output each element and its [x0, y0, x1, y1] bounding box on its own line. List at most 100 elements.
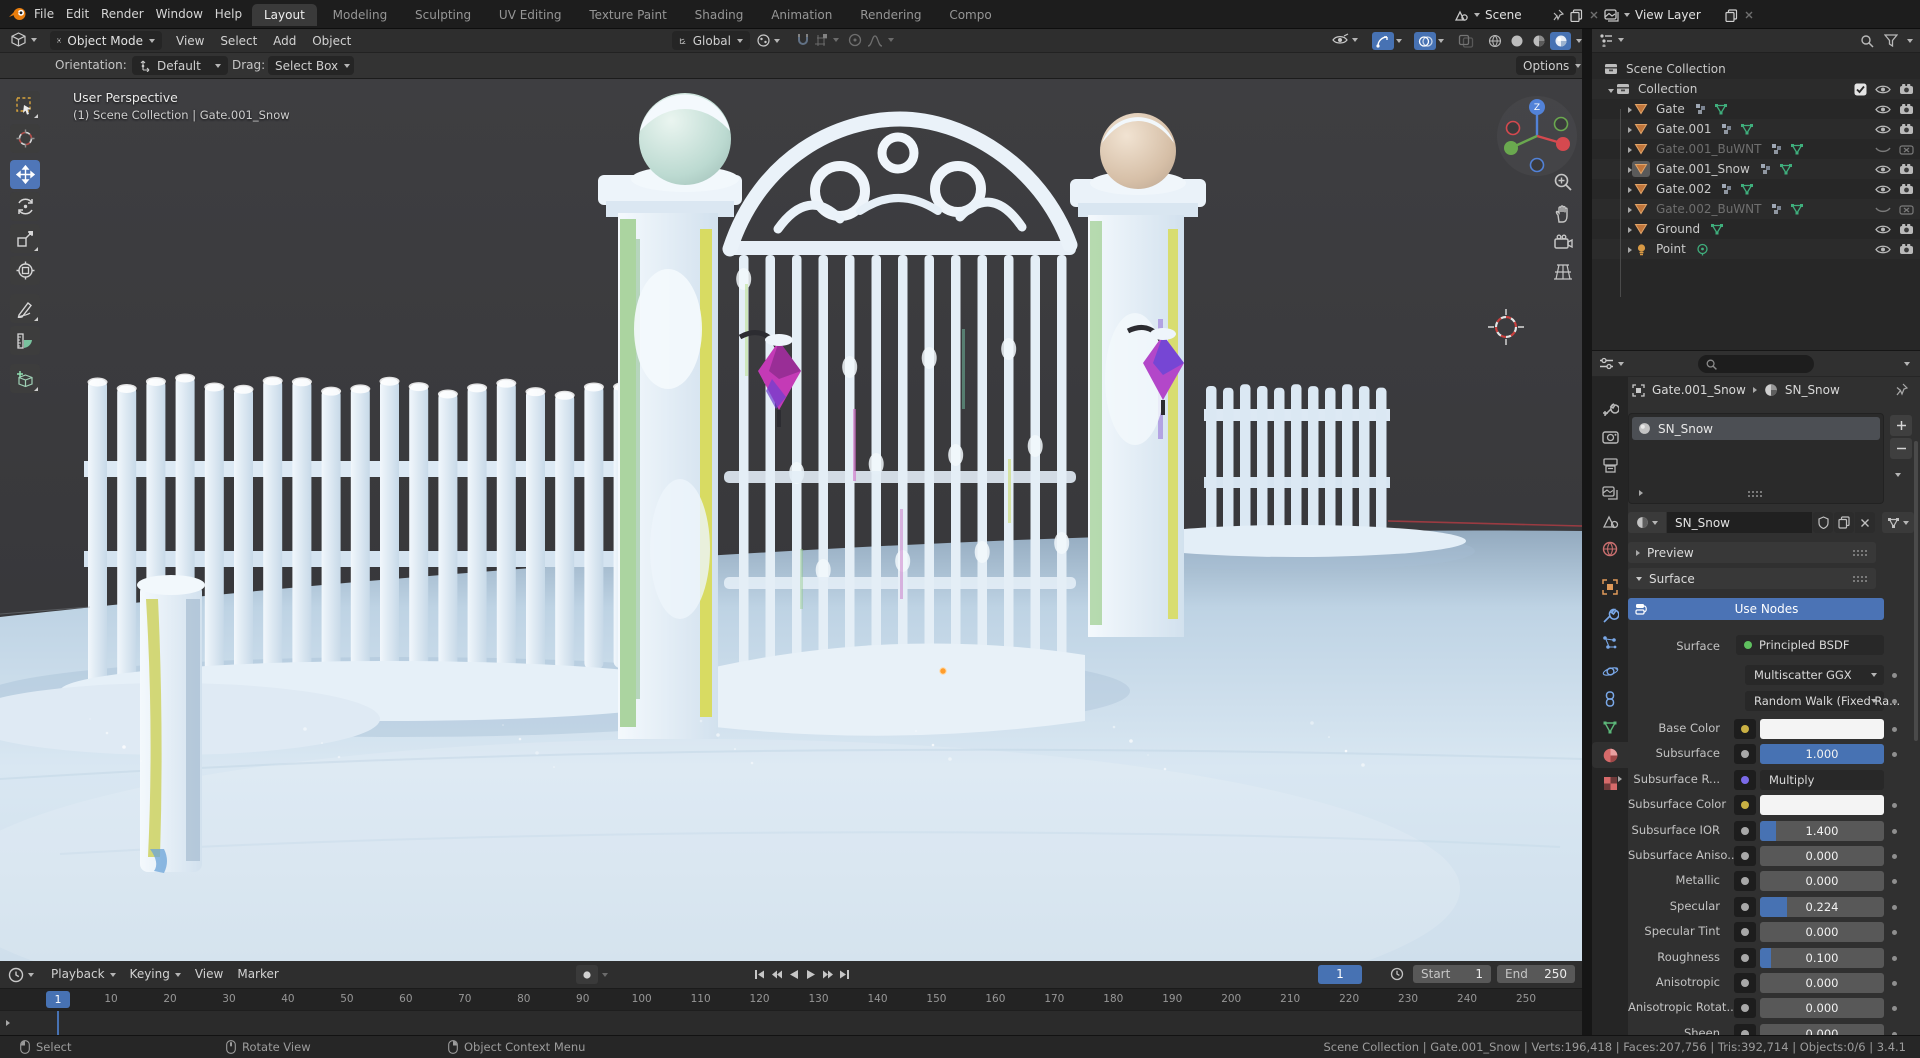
eye-icon[interactable]: [1875, 244, 1891, 255]
camera-excluded-icon[interactable]: [1899, 203, 1914, 215]
node-tree-selector[interactable]: [1882, 512, 1914, 533]
measure-tool[interactable]: [10, 326, 40, 355]
value-slider[interactable]: 0.000: [1760, 871, 1884, 892]
camera-icon[interactable]: [1899, 183, 1914, 195]
zoom-icon[interactable]: [1553, 172, 1573, 192]
panel-grip[interactable]: [1852, 575, 1868, 582]
value-slider[interactable]: 0.000: [1760, 922, 1884, 943]
search-input[interactable]: [1698, 355, 1814, 373]
auto-key-button[interactable]: [576, 965, 598, 984]
surface-panel-header[interactable]: Surface: [1628, 568, 1876, 589]
tab-output[interactable]: [1592, 452, 1628, 478]
menu-keying[interactable]: Keying: [123, 961, 188, 988]
outliner-row[interactable]: Point: [1592, 239, 1920, 259]
menu-object[interactable]: Object: [306, 34, 357, 48]
scene-selector[interactable]: Scene: [1453, 4, 1599, 26]
timeline-ruler[interactable]: 1 10 20 30 40 50 60 70 80 90 100 110 120 130 140 150 16…: [0, 988, 1582, 1010]
menu-help[interactable]: Help: [211, 0, 246, 29]
menu-marker[interactable]: Marker: [230, 961, 285, 988]
material-property-row[interactable]: Subsurface 1.000: [1592, 743, 1920, 765]
camera-icon[interactable]: [1899, 223, 1914, 235]
eye-icon[interactable]: [1875, 124, 1891, 135]
tab-shading[interactable]: Shading: [683, 4, 756, 26]
tab-rendering[interactable]: Rendering: [848, 4, 933, 26]
proportional-editing-toggle[interactable]: [848, 33, 894, 47]
tab-modeling[interactable]: Modeling: [321, 4, 400, 26]
close-icon[interactable]: [1744, 10, 1754, 20]
copy-material-button[interactable]: [1834, 512, 1854, 533]
breadcrumb-material[interactable]: SN_Snow: [1785, 383, 1840, 397]
scale-tool[interactable]: [10, 224, 40, 253]
orientation-dropdown[interactable]: Default: [132, 56, 228, 75]
value-dropdown[interactable]: Multiply: [1760, 769, 1884, 790]
surface-shader-dropdown[interactable]: Principled BSDF: [1736, 635, 1884, 655]
breadcrumb-object[interactable]: Gate.001_Snow: [1652, 383, 1746, 397]
material-property-row[interactable]: Roughness 0.100: [1592, 947, 1920, 969]
material-property-row[interactable]: Sheen 0.000: [1592, 1023, 1920, 1035]
tab-constraints[interactable]: [1592, 686, 1628, 712]
annotate-tool[interactable]: [10, 294, 40, 323]
material-property-row[interactable]: Subsurface Aniso... 0.000: [1592, 845, 1920, 867]
tab-compositing[interactable]: Compositing: [937, 4, 992, 26]
tab-texture-paint[interactable]: Texture Paint: [577, 4, 678, 26]
expand-icon[interactable]: [1639, 490, 1643, 496]
material-property-row[interactable]: Base Color: [1592, 718, 1920, 740]
outliner-row[interactable]: Gate.002: [1592, 179, 1920, 199]
socket-button[interactable]: [1734, 1023, 1756, 1035]
channel-expand-icon[interactable]: [6, 1020, 10, 1026]
scrollbar[interactable]: [1914, 441, 1918, 741]
material-property-row[interactable]: Anisotropic 0.000: [1592, 972, 1920, 994]
eye-closed-icon[interactable]: [1875, 204, 1891, 215]
pin-icon[interactable]: [1895, 383, 1908, 396]
tab-render[interactable]: [1592, 424, 1628, 450]
color-swatch[interactable]: [1760, 795, 1884, 816]
socket-button[interactable]: [1734, 998, 1756, 1019]
pin-icon[interactable]: [1552, 9, 1564, 21]
filter-icon[interactable]: [1884, 34, 1898, 47]
view-layer-selector[interactable]: View Layer: [1604, 4, 1754, 26]
add-slot-button[interactable]: [1890, 415, 1912, 436]
outliner-row[interactable]: Gate: [1592, 99, 1920, 119]
timeline-tracks[interactable]: [0, 1010, 1582, 1035]
visibility-dropdown[interactable]: [1332, 33, 1358, 46]
sss-method-dropdown[interactable]: Random Walk (Fixed Ra...: [1745, 691, 1900, 711]
panel-grip[interactable]: [1852, 549, 1868, 556]
menu-add[interactable]: Add: [267, 34, 302, 48]
slot-specials-icon[interactable]: [1895, 473, 1901, 477]
value-slider[interactable]: 0.224: [1760, 896, 1884, 917]
material-property-row[interactable]: Subsurface R... Multiply: [1592, 769, 1920, 791]
remove-slot-button[interactable]: [1890, 438, 1912, 459]
transform-orientation-dropdown[interactable]: Global: [672, 31, 750, 50]
value-slider[interactable]: 1.400: [1760, 820, 1884, 841]
perspective-toggle-icon[interactable]: [1553, 263, 1573, 281]
material-property-row[interactable]: Anisotropic Rotat... 0.000: [1592, 997, 1920, 1019]
menu-view[interactable]: View: [188, 961, 230, 988]
value-slider[interactable]: 0.000: [1760, 998, 1884, 1019]
rotate-tool[interactable]: [10, 192, 40, 221]
resize-grip[interactable]: [1747, 490, 1763, 497]
expand-icon[interactable]: [1618, 775, 1622, 782]
play-button[interactable]: [802, 965, 819, 983]
tab-layout[interactable]: Layout: [252, 4, 317, 26]
editor-type-button[interactable]: [10, 32, 37, 47]
playback-sync-icon[interactable]: [1390, 967, 1404, 981]
overlays-toggle[interactable]: [1414, 32, 1444, 50]
editor-type-button[interactable]: [8, 967, 34, 983]
rendered-shading-button[interactable]: [1550, 32, 1571, 50]
pan-hand-icon[interactable]: [1553, 204, 1573, 224]
menu-window[interactable]: Window: [152, 0, 207, 29]
start-frame-field[interactable]: Start 1: [1413, 965, 1491, 983]
tab-modifiers[interactable]: [1592, 602, 1628, 628]
tab-tool[interactable]: [1592, 396, 1628, 422]
socket-button[interactable]: [1734, 947, 1756, 968]
region-divider[interactable]: [1582, 29, 1592, 1035]
eye-closed-icon[interactable]: [1875, 144, 1891, 155]
gizmos-toggle[interactable]: [1372, 32, 1402, 50]
end-frame-field[interactable]: End 250: [1497, 965, 1575, 983]
camera-icon[interactable]: [1899, 243, 1914, 255]
move-tool[interactable]: [10, 160, 40, 189]
socket-button[interactable]: [1734, 795, 1756, 816]
browse-material-button[interactable]: [1628, 512, 1666, 533]
material-property-row[interactable]: Specular 0.224: [1592, 896, 1920, 918]
add-cube-tool[interactable]: [10, 364, 40, 393]
